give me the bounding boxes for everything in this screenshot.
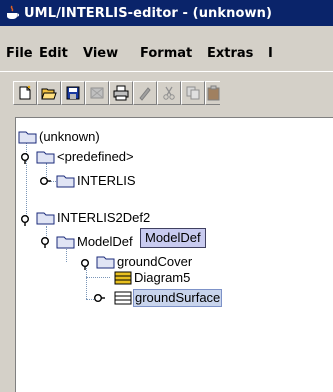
tree-node-interlis2def[interactable]: INTERLIS2Def2 bbox=[36, 209, 151, 227]
tree-node-predefined[interactable]: <predefined> bbox=[36, 148, 135, 166]
toolbar bbox=[0, 72, 333, 112]
menu-truncated[interactable]: I bbox=[268, 46, 273, 62]
tree-node-interlis[interactable]: INTERLIS bbox=[56, 172, 137, 190]
collapsed-handle-icon[interactable] bbox=[93, 292, 105, 304]
print-button[interactable] bbox=[109, 81, 133, 105]
cut-icon bbox=[163, 86, 175, 100]
tooltip: ModelDef bbox=[140, 228, 206, 248]
paste-button[interactable] bbox=[205, 81, 220, 105]
expand-handle-icon[interactable] bbox=[20, 214, 32, 226]
menu-extras[interactable]: Extras bbox=[207, 46, 253, 62]
class-icon bbox=[114, 291, 132, 305]
menu-format[interactable]: Format bbox=[140, 46, 192, 62]
folder-icon bbox=[56, 175, 75, 188]
save-icon bbox=[66, 86, 80, 100]
folder-icon bbox=[96, 256, 115, 269]
java-app-icon[interactable] bbox=[4, 5, 20, 21]
cut-button[interactable] bbox=[157, 81, 181, 105]
menu-edit[interactable]: Edit bbox=[39, 46, 68, 62]
title-bar: UML/INTERLIS-editor - (unknown) bbox=[0, 0, 333, 26]
disabled-button[interactable] bbox=[85, 81, 109, 105]
tree-node-groundsurface[interactable]: groundSurface bbox=[113, 289, 223, 307]
edit-icon bbox=[139, 87, 151, 101]
new-button[interactable] bbox=[13, 81, 37, 105]
edit-button[interactable] bbox=[133, 81, 157, 105]
window-title: UML/INTERLIS-editor - (unknown) bbox=[24, 5, 273, 21]
paste-icon bbox=[207, 85, 220, 101]
model-tree[interactable]: (unknown) <predefined> INTERLIS INTERLIS… bbox=[15, 117, 333, 392]
new-icon bbox=[19, 85, 31, 100]
print-icon bbox=[113, 85, 129, 101]
tree-node-diagram5[interactable]: Diagram5 bbox=[113, 269, 191, 287]
expand-handle-icon[interactable] bbox=[40, 236, 52, 248]
copy-button[interactable] bbox=[181, 81, 205, 105]
open-icon bbox=[41, 88, 57, 100]
disabled-icon bbox=[90, 87, 104, 99]
save-button[interactable] bbox=[61, 81, 85, 105]
folder-icon bbox=[18, 131, 37, 144]
folder-icon bbox=[36, 212, 55, 225]
tree-node-root[interactable]: (unknown) bbox=[18, 128, 101, 146]
tree-node-modeldef[interactable]: ModelDef bbox=[56, 233, 134, 251]
folder-icon bbox=[36, 151, 55, 164]
copy-icon bbox=[186, 86, 200, 100]
menu-view[interactable]: View bbox=[83, 46, 118, 62]
expand-handle-icon[interactable] bbox=[20, 152, 32, 164]
expand-handle-icon[interactable] bbox=[80, 258, 92, 270]
folder-icon bbox=[56, 236, 75, 249]
diagram-icon bbox=[114, 271, 132, 285]
collapsed-handle-icon[interactable] bbox=[39, 175, 51, 187]
open-button[interactable] bbox=[37, 81, 61, 105]
menu-file[interactable]: File bbox=[6, 46, 33, 62]
